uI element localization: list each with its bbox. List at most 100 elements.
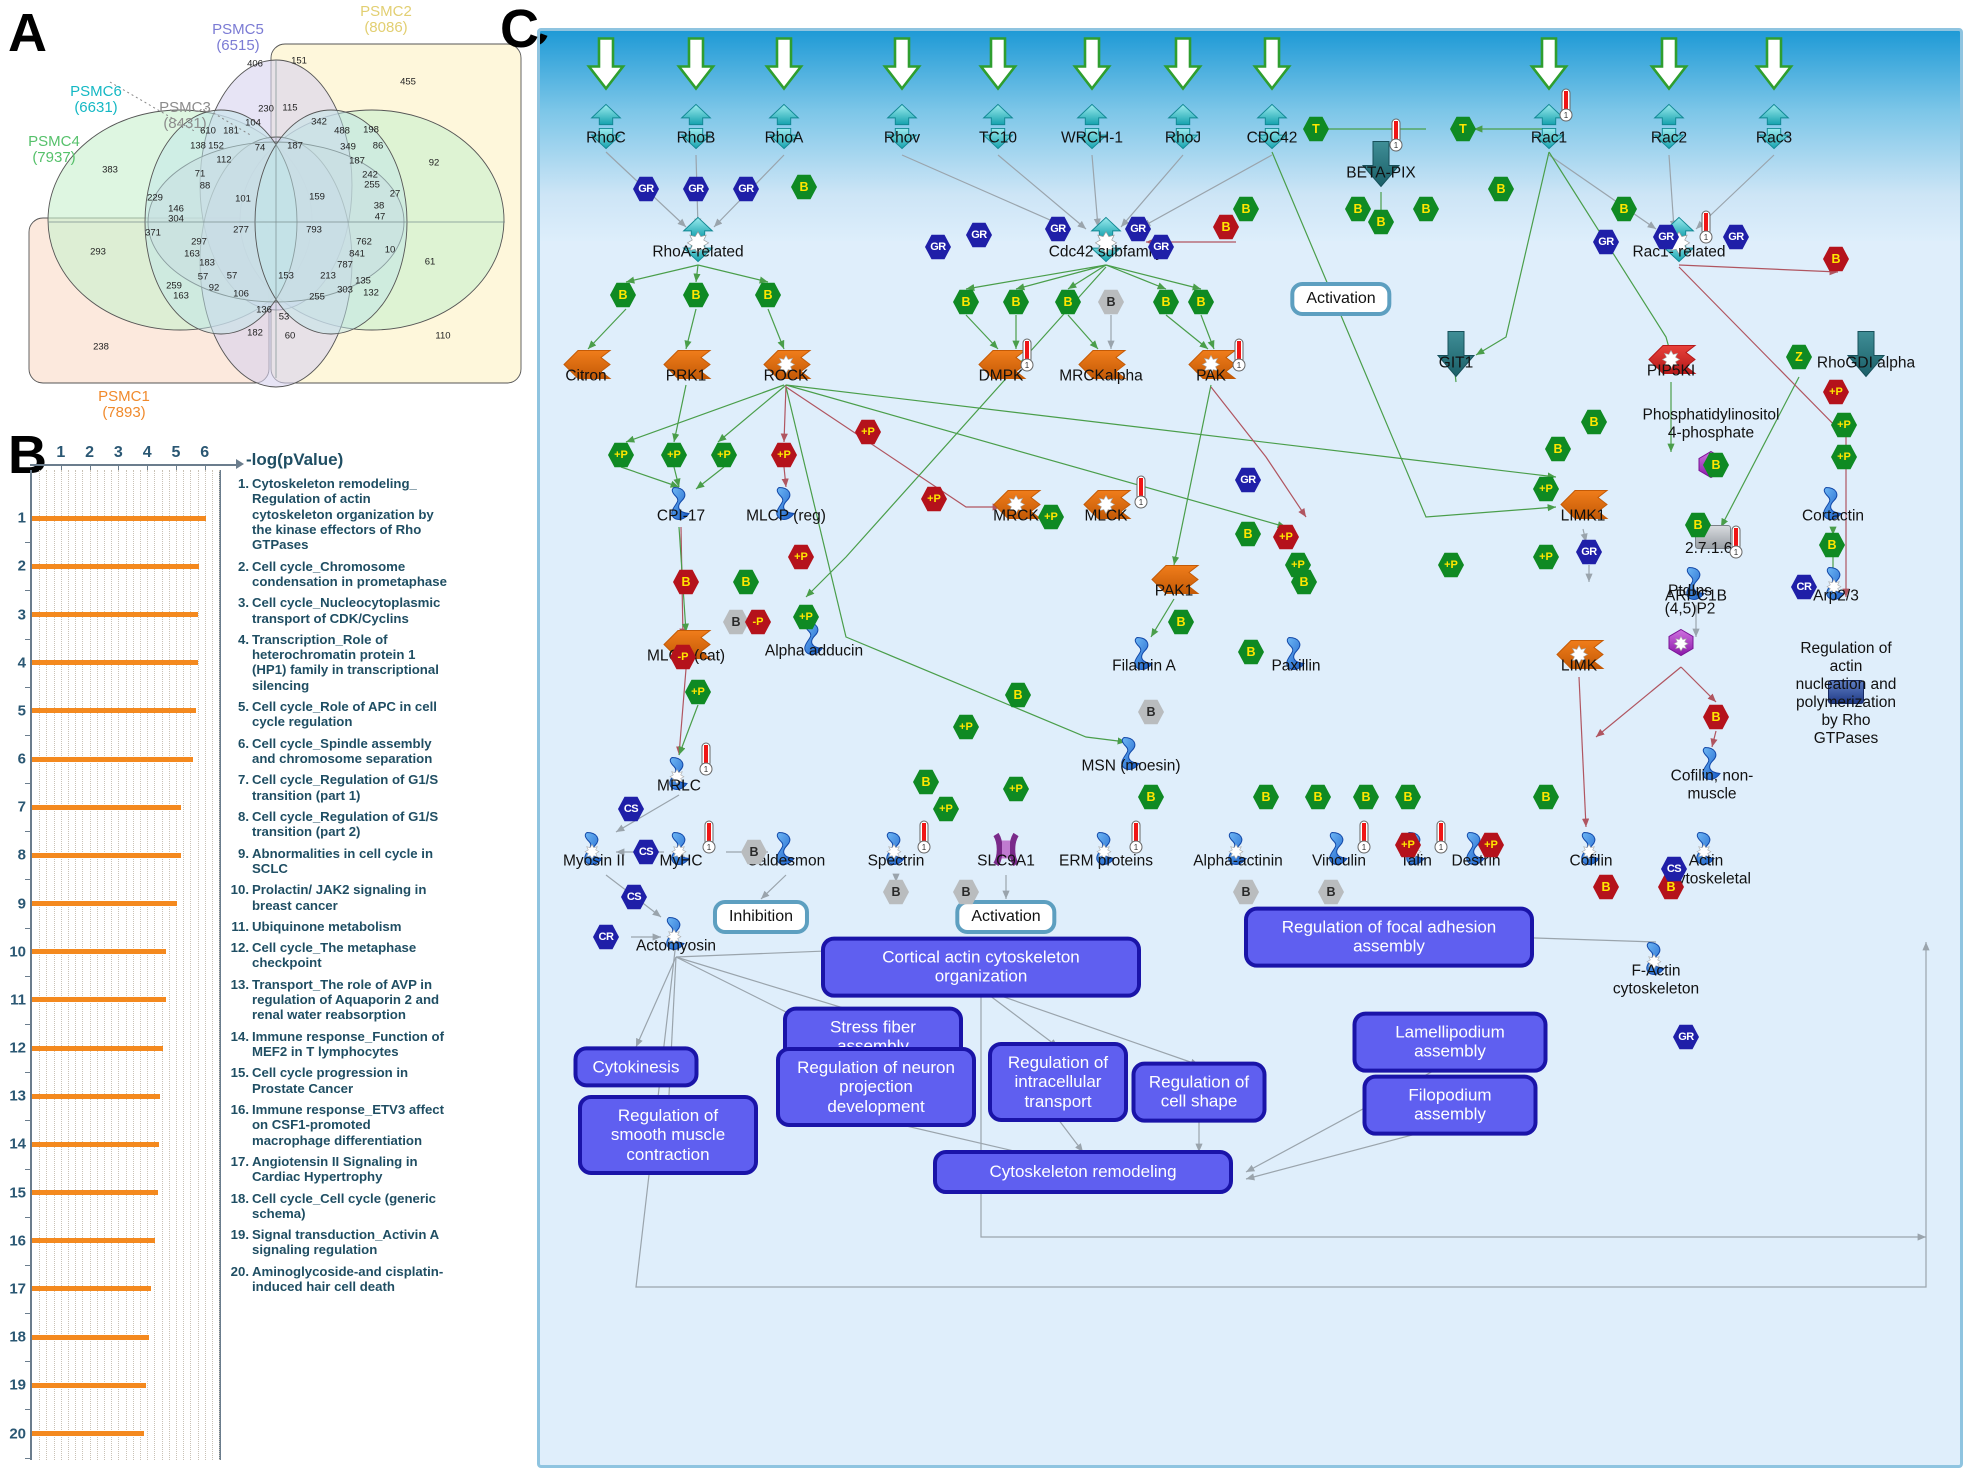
node-label: MRCK [993,507,1039,525]
venn-count: 383 [102,164,118,176]
x-tick-mark [118,464,120,470]
node-label: F-Actin cytoskeleton [1612,962,1700,998]
input-arrow-icon [586,37,626,98]
venn-count: 181 [223,125,239,137]
bar [32,1238,155,1244]
pathway-legend-label: Angiotensin II Signaling in Cardiac Hype… [252,1153,418,1185]
pathway-legend-label: Cytoskeleton remodeling_ Regulation of a… [252,476,434,553]
svg-text:1: 1 [1362,843,1367,852]
bar [32,901,177,907]
venn-count: 255 [364,179,380,191]
y-tick-label: 3 [17,606,26,624]
input-arrow-icon [1163,37,1203,98]
bar [32,1382,147,1388]
pathway-edge [965,314,999,350]
bar [32,708,196,714]
node-spectrin: Spectrin [868,831,924,874]
svg-text:1: 1 [1439,843,1444,852]
gridline [197,470,200,1460]
pathway-edge [1165,314,1209,350]
input-arrow-icon [978,37,1018,98]
node-label: LIMK1 [1560,507,1606,525]
node-cortactin: Cortactin [1802,486,1864,529]
y-tick-mark [25,1457,32,1459]
expression-thermometer-icon: 1 [1357,820,1371,854]
y-tick-label: 13 [9,1087,26,1105]
pathway-legend-label: Cell cycle_Regulation of G1/S transition… [252,808,439,840]
pathway-edge [781,466,789,488]
node-label: PAK1 [1154,582,1194,600]
gridline [139,470,142,1460]
node-label: PIP5KI [1646,362,1696,380]
node-cofilin-non-muscle: Cofilin, non-muscle [1671,746,1753,803]
pathway-edge [635,956,677,1048]
node-vinculin: Vinculin [1312,831,1366,874]
svg-text:1: 1 [707,843,712,852]
y-tick-mark [25,590,32,592]
panel-b-pathway-enrichment: B -log(pValue) 1 2 3 4 5 6 1 2 3 4 5 6 7 8 9 10 11 12 13 14… [0,414,548,1477]
bar-chart-plot-area: 1 2 3 4 5 6 1 2 3 4 5 6 7 8 9 10 11 12 13 14 15 16 17 18 19 20 [9,444,222,1460]
venn-count: 342 [311,116,327,128]
svg-text:1: 1 [1394,141,1399,150]
process-box: Regulation of intracellular transport [988,1041,1128,1123]
node-label: RhoA [764,129,804,147]
gridline [125,470,128,1460]
effect-pill: Activation [955,900,1057,934]
node-label: CDC42 [1246,129,1298,147]
y-tick-mark [25,831,32,833]
expression-thermometer-icon: 1 [1020,338,1034,372]
venn-count: 762 [356,236,372,248]
panel-a-venn: A PSMC2(8086) PSMC5(6515) PSMC6(6631) [0,0,548,430]
node-citron: Citron [560,348,612,387]
node-limk1: LIMK1 [1557,488,1609,527]
x-tick-mark [147,464,149,470]
venn-count: 182 [247,327,263,339]
y-tick-mark [25,542,32,544]
venn-count: 238 [93,341,109,353]
pathway-edge [1548,154,1657,230]
pathway-legend-item: 3. Cell cycle_Nucleocytoplasmic transport… [223,595,448,626]
pathway-legend-item: 13. Transport_The role of AVP in regulati… [223,977,448,1023]
pathway-legend-item: 10. Prolactin/ JAK2 signaling in breast c… [223,882,448,913]
x-tick-mark [175,464,177,470]
pathway-legend-number: 3. [238,595,249,611]
process-box: Lamellipodium assembly [1352,1011,1548,1073]
node-mrck: MRCK [990,488,1042,527]
node-label: PRK1 [665,367,707,385]
expression-thermometer-icon: 1 [1699,210,1713,244]
node-pak: PAK [1185,348,1237,387]
x-axis-title: -log(pValue) [246,450,344,469]
input-arrow-icon [764,37,804,98]
node-label: MRCKalpha [1059,367,1143,385]
gridline [161,470,164,1460]
venn-count: 61 [424,256,436,268]
venn-count: 57 [197,271,209,283]
node-label: Cortactin [1801,507,1865,525]
bar [32,997,166,1003]
venn-count: 27 [389,188,401,200]
y-tick-label: 18 [9,1328,26,1346]
input-arrow-icon [1754,37,1794,98]
y-tick-label: 20 [9,1425,26,1442]
y-tick-label: 7 [17,798,26,816]
expression-thermometer-icon: 1 [702,820,716,854]
node-label: Myosin II [562,852,626,870]
gridline [82,470,84,1460]
pathway-legend-number: 16. [230,1101,249,1117]
venn-count: 406 [247,58,263,70]
pathway-edge [1578,676,1590,828]
node-f-actin-cytoskeleton: F-Actin cytoskeleton [1613,941,1699,998]
node-label: SLC9A1 [977,852,1035,870]
bar [32,563,199,569]
venn-count: 230 [258,103,274,115]
process-box: Regulation of cell shape [1131,1061,1267,1123]
node-label: Actomyosin [635,937,717,955]
node-label: MyHC [659,852,703,870]
venn-count: 163 [173,290,189,302]
venn-diagram-graphic [28,43,522,388]
pathway-edge [1678,264,1839,276]
y-tick-mark [25,783,32,785]
pathway-legend-item: 11. Ubiquinone metabolism [223,919,448,934]
gridline [219,470,221,1460]
node-label: Phosphatidylinositol 4-phosphate [1642,406,1780,442]
